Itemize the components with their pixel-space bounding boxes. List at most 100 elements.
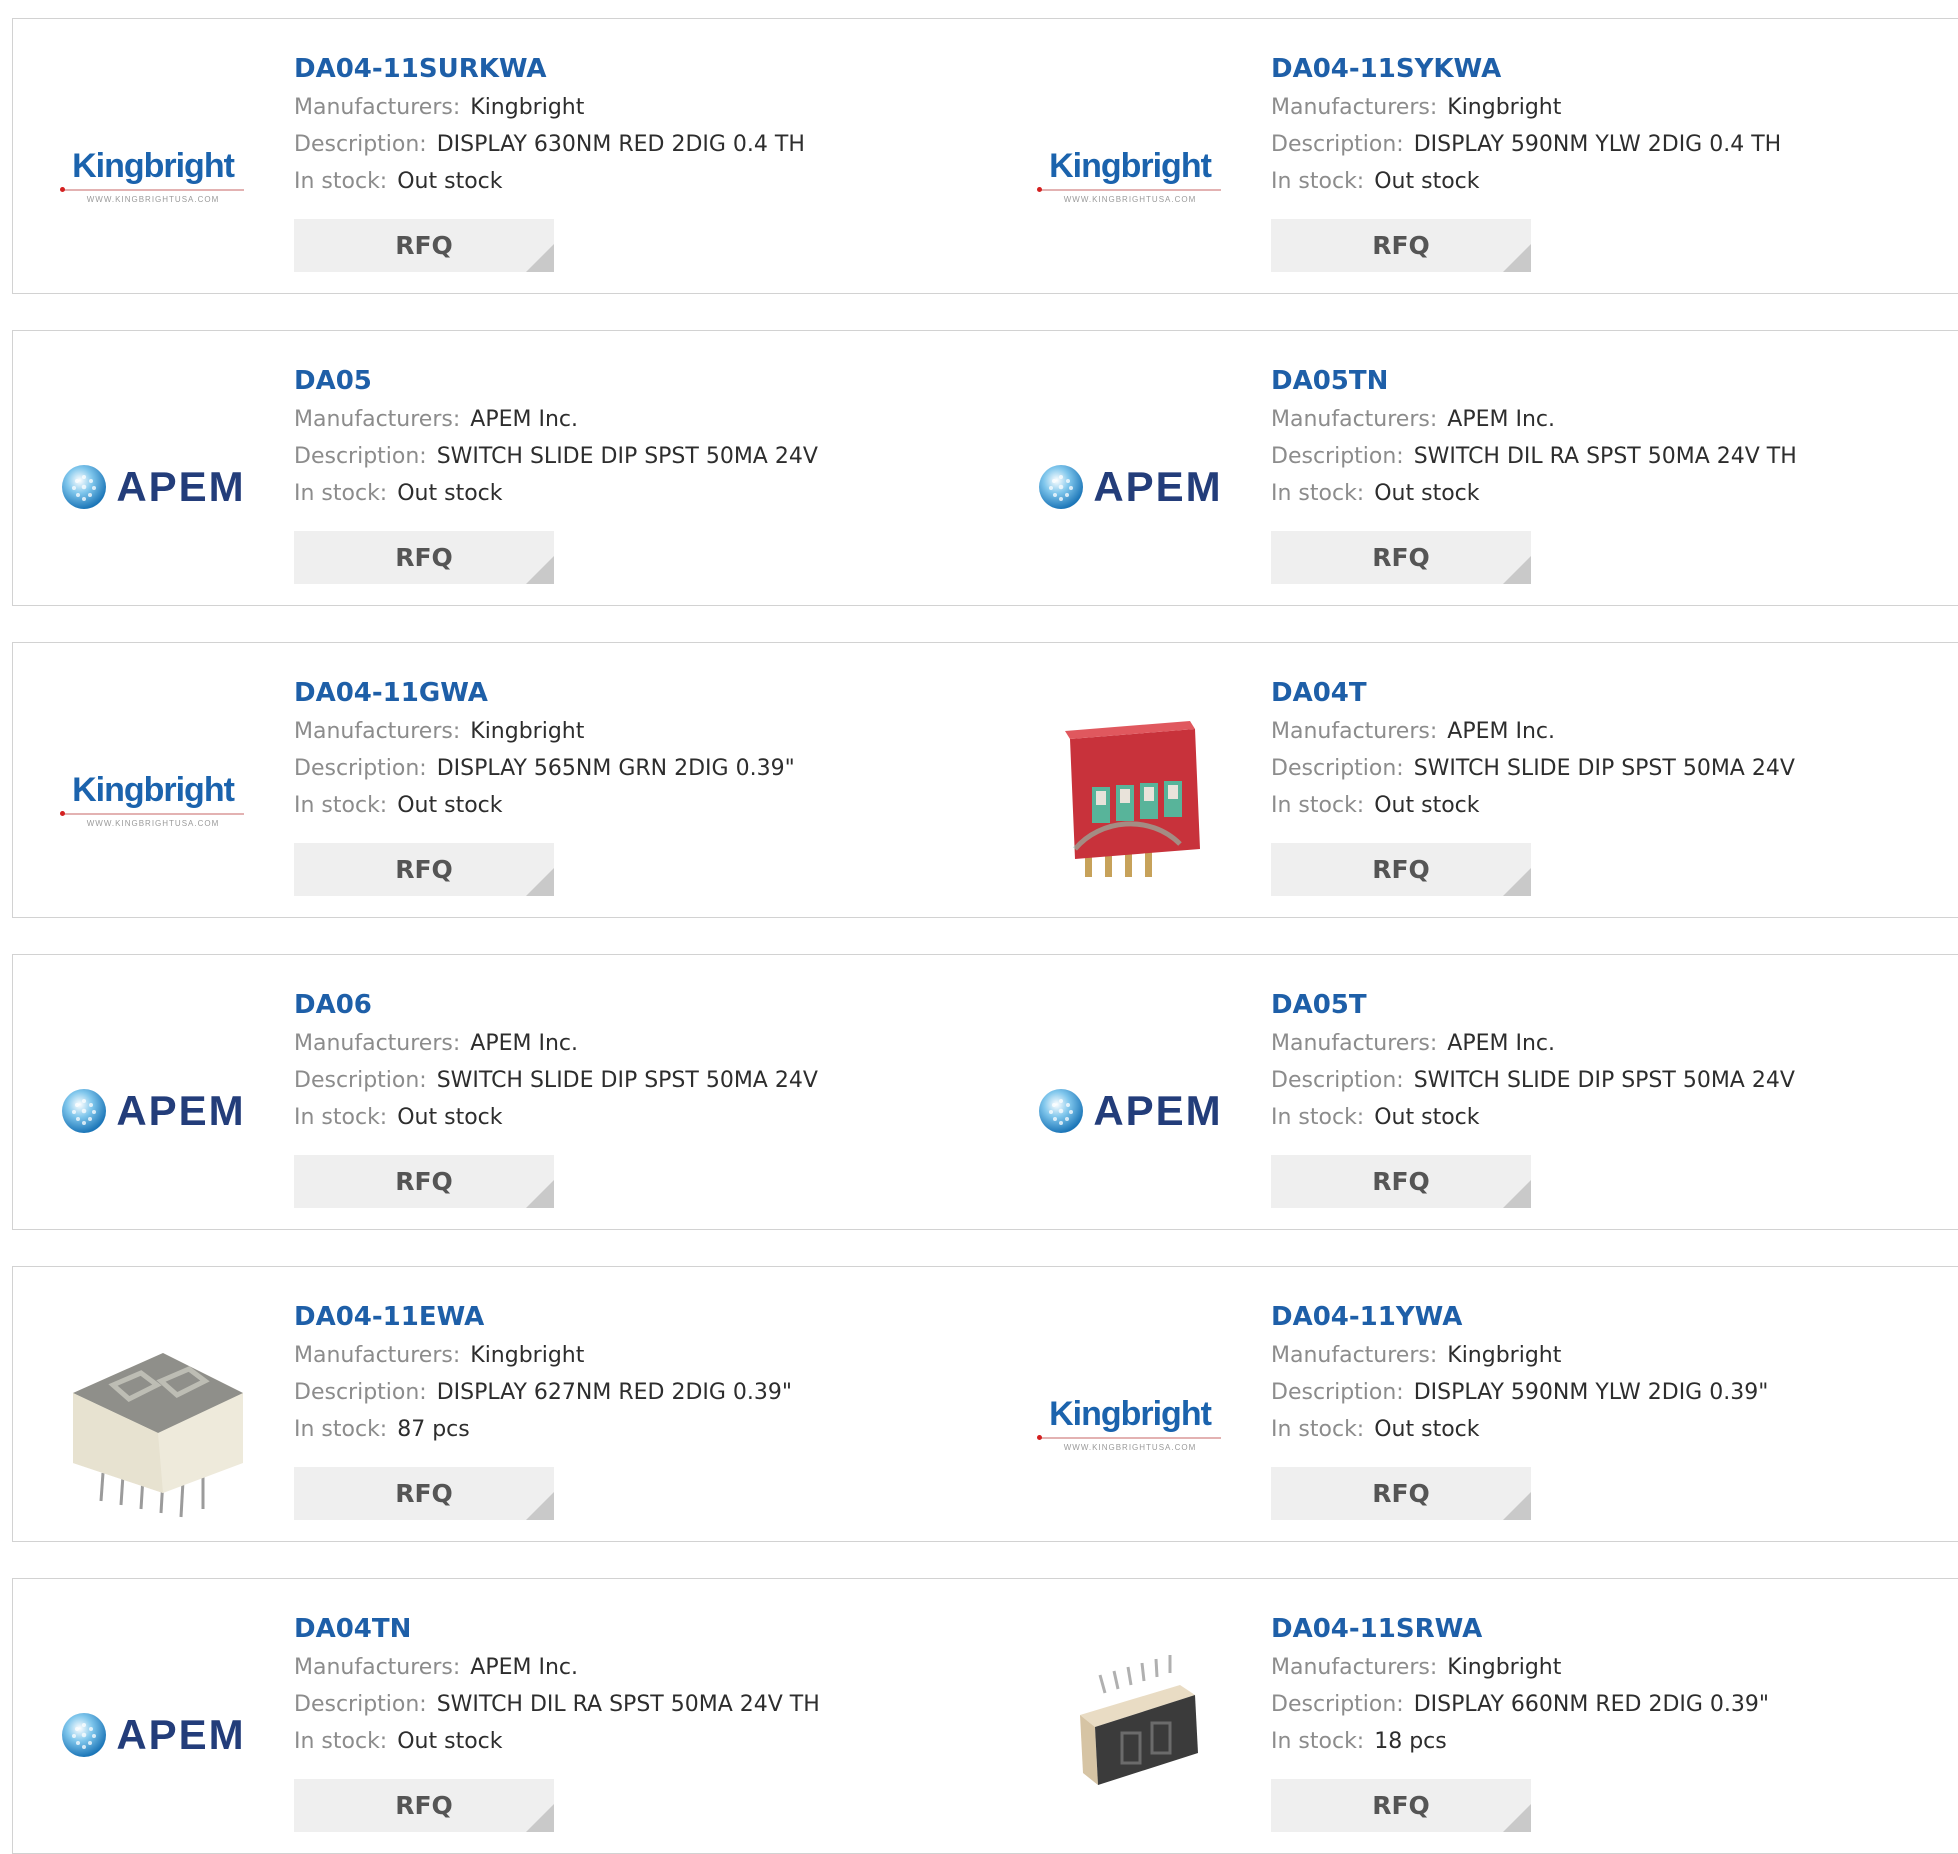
- product-card: DA04T Manufacturers: APEM Inc. Descriptio…: [990, 642, 1958, 918]
- part-number-link[interactable]: DA04TN: [294, 1609, 970, 1649]
- apem-logo-word: APEM: [116, 463, 246, 510]
- manufacturer-row: Manufacturers: Kingbright: [1271, 89, 1939, 126]
- product-grid: Kingbright WWW.KINGBRIGHTUSA.COM DA04-11…: [0, 0, 1958, 1854]
- product-info: DA06 Manufacturers: APEM Inc. Description…: [294, 985, 970, 1136]
- part-number-link[interactable]: DA04T: [1271, 673, 1939, 713]
- product-image: Kingbright WWW.KINGBRIGHTUSA.COM: [1030, 1323, 1230, 1523]
- description-row: Description: DISPLAY 565NM GRN 2DIG 0.39": [294, 750, 970, 787]
- part-number-link[interactable]: DA06: [294, 985, 970, 1025]
- product-info: DA04-11YWA Manufacturers: Kingbright Desc…: [1271, 1297, 1939, 1448]
- manufacturer-label: Manufacturers:: [1271, 1031, 1438, 1056]
- description-label: Description:: [1271, 444, 1404, 469]
- stock-row: In stock: Out stock: [294, 1723, 970, 1760]
- stock-row: In stock: Out stock: [1271, 1099, 1939, 1136]
- product-card: Kingbright WWW.KINGBRIGHTUSA.COM DA04-11…: [990, 18, 1958, 294]
- rfq-button[interactable]: RFQ: [1271, 531, 1531, 584]
- description-row: Description: SWITCH SLIDE DIP SPST 50MA 2…: [294, 438, 970, 475]
- seven-segment-photo: [73, 1353, 243, 1518]
- description-value: SWITCH DIL RA SPST 50MA 24V TH: [436, 1692, 820, 1717]
- part-number-link[interactable]: DA05TN: [1271, 361, 1939, 401]
- kingbright-logo-word: Kingbright: [72, 146, 235, 185]
- description-row: Description: DISPLAY 660NM RED 2DIG 0.39": [1271, 1686, 1939, 1723]
- dip-switch-photo: [1065, 721, 1200, 877]
- product-image: [53, 1323, 253, 1523]
- rfq-button[interactable]: RFQ: [1271, 843, 1531, 896]
- description-value: DISPLAY 590NM YLW 2DIG 0.4 TH: [1413, 132, 1782, 157]
- stock-value: Out stock: [397, 481, 503, 506]
- stock-label: In stock:: [294, 793, 388, 818]
- kingbright-logo-word: Kingbright: [1049, 1394, 1212, 1433]
- stock-row: In stock: Out stock: [294, 1099, 970, 1136]
- part-number-link[interactable]: DA04-11SRWA: [1271, 1609, 1939, 1649]
- product-card: APEM DA04TN Manufacturers: APEM Inc. Desc…: [12, 1578, 991, 1854]
- stock-value: 87 pcs: [397, 1417, 470, 1442]
- rfq-button[interactable]: RFQ: [1271, 1467, 1531, 1520]
- stock-value: Out stock: [1374, 1105, 1480, 1130]
- stock-row: In stock: Out stock: [294, 163, 970, 200]
- kingbright-logo-rule: [60, 810, 244, 816]
- stock-value: Out stock: [1374, 481, 1480, 506]
- product-card: Kingbright WWW.KINGBRIGHTUSA.COM DA04-11…: [12, 18, 991, 294]
- manufacturer-value: APEM Inc.: [470, 1655, 578, 1680]
- description-label: Description:: [294, 756, 427, 781]
- stock-value: Out stock: [1374, 1417, 1480, 1442]
- part-number-link[interactable]: DA05: [294, 361, 970, 401]
- manufacturer-label: Manufacturers:: [294, 1343, 461, 1368]
- manufacturer-row: Manufacturers: APEM Inc.: [294, 1649, 970, 1686]
- description-label: Description:: [1271, 1380, 1404, 1405]
- description-value: DISPLAY 630NM RED 2DIG 0.4 TH: [436, 132, 805, 157]
- rfq-button[interactable]: RFQ: [294, 1779, 554, 1832]
- apem-globe-icon: [62, 1713, 107, 1757]
- product-card: APEM DA05TN Manufacturers: APEM Inc. Desc…: [990, 330, 1958, 606]
- stock-row: In stock: Out stock: [1271, 163, 1939, 200]
- stock-row: In stock: Out stock: [1271, 475, 1939, 512]
- manufacturer-value: Kingbright: [470, 1343, 585, 1368]
- description-row: Description: SWITCH SLIDE DIP SPST 50MA 2…: [294, 1062, 970, 1099]
- description-value: DISPLAY 565NM GRN 2DIG 0.39": [436, 756, 795, 781]
- product-image: [1030, 699, 1230, 899]
- product-info: DA04-11SRWA Manufacturers: Kingbright Des…: [1271, 1609, 1939, 1760]
- product-info: DA05 Manufacturers: APEM Inc. Description…: [294, 361, 970, 512]
- kingbright-logo: Kingbright WWW.KINGBRIGHTUSA.COM: [60, 771, 244, 828]
- part-number-link[interactable]: DA05T: [1271, 985, 1939, 1025]
- part-number-link[interactable]: DA04-11SYKWA: [1271, 49, 1939, 89]
- stock-label: In stock:: [294, 1729, 388, 1754]
- manufacturer-row: Manufacturers: APEM Inc.: [1271, 713, 1939, 750]
- description-row: Description: DISPLAY 590NM YLW 2DIG 0.4 T…: [1271, 126, 1939, 163]
- apem-logo: APEM: [60, 1087, 245, 1135]
- stock-label: In stock:: [294, 1417, 388, 1442]
- stock-label: In stock:: [294, 169, 388, 194]
- rfq-button[interactable]: RFQ: [1271, 1779, 1531, 1832]
- stock-row: In stock: Out stock: [294, 787, 970, 824]
- description-label: Description:: [294, 132, 427, 157]
- part-number-link[interactable]: DA04-11GWA: [294, 673, 970, 713]
- stock-label: In stock:: [1271, 1417, 1365, 1442]
- rfq-button[interactable]: RFQ: [1271, 219, 1531, 272]
- rfq-button[interactable]: RFQ: [294, 1467, 554, 1520]
- product-info: DA04T Manufacturers: APEM Inc. Descriptio…: [1271, 673, 1939, 824]
- product-image: [1030, 1635, 1230, 1835]
- manufacturer-row: Manufacturers: APEM Inc.: [1271, 401, 1939, 438]
- product-image: Kingbright WWW.KINGBRIGHTUSA.COM: [53, 699, 253, 899]
- product-card: DA04-11SRWA Manufacturers: Kingbright Des…: [990, 1578, 1958, 1854]
- rfq-button[interactable]: RFQ: [1271, 1155, 1531, 1208]
- rfq-button[interactable]: RFQ: [294, 531, 554, 584]
- manufacturer-row: Manufacturers: Kingbright: [1271, 1337, 1939, 1374]
- rfq-button[interactable]: RFQ: [294, 843, 554, 896]
- rfq-button[interactable]: RFQ: [294, 1155, 554, 1208]
- part-number-link[interactable]: DA04-11EWA: [294, 1297, 970, 1337]
- product-info: DA05T Manufacturers: APEM Inc. Descriptio…: [1271, 985, 1939, 1136]
- description-row: Description: SWITCH DIL RA SPST 50MA 24V …: [294, 1686, 970, 1723]
- stock-row: In stock: 87 pcs: [294, 1411, 970, 1448]
- stock-label: In stock:: [1271, 169, 1365, 194]
- part-number-link[interactable]: DA04-11SURKWA: [294, 49, 970, 89]
- manufacturer-value: Kingbright: [1447, 1343, 1562, 1368]
- apem-logo-word: APEM: [1093, 463, 1223, 510]
- manufacturer-row: Manufacturers: APEM Inc.: [1271, 1025, 1939, 1062]
- rfq-button[interactable]: RFQ: [294, 219, 554, 272]
- stock-label: In stock:: [1271, 481, 1365, 506]
- product-image: APEM: [53, 1011, 253, 1211]
- product-card: Kingbright WWW.KINGBRIGHTUSA.COM DA04-11…: [990, 1266, 1958, 1542]
- part-number-link[interactable]: DA04-11YWA: [1271, 1297, 1939, 1337]
- stock-value: Out stock: [1374, 793, 1480, 818]
